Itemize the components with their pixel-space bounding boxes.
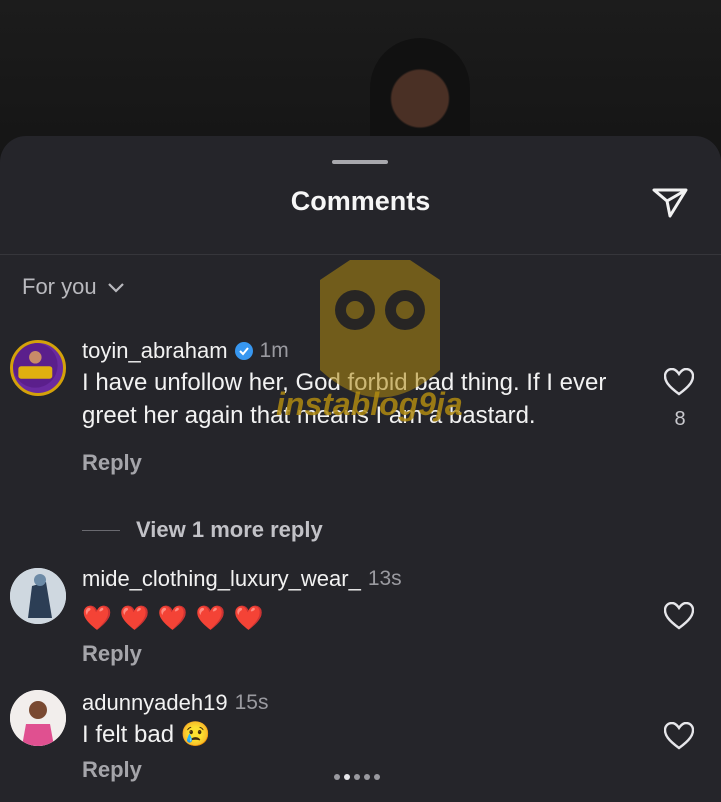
like-count: 8 [674,408,686,430]
comments-sheet: Comments For you toyin_abraham 1m I have… [0,136,721,802]
heart-icon[interactable] [664,368,694,396]
chevron-down-icon [107,283,124,293]
heart-icon[interactable] [664,602,694,630]
comment-time: 13s [367,567,402,590]
view-more-label: View 1 more reply [136,517,323,542]
sort-filter[interactable]: For you [22,274,125,300]
watermark-text: instablog9ja [276,386,463,422]
carousel-indicator [334,774,380,780]
page-dot [364,774,370,780]
filter-label: For you [22,274,97,299]
avatar[interactable] [10,340,66,396]
reply-button[interactable]: Reply [82,641,642,667]
drag-handle[interactable] [332,160,388,164]
avatar[interactable] [10,690,66,746]
send-icon[interactable] [650,184,690,220]
comment-time: 15s [234,691,269,714]
avatar[interactable] [10,568,66,624]
verified-badge-icon [234,342,253,360]
page-dot-active [344,774,350,780]
page-dot [354,774,360,780]
view-more-replies[interactable]: View 1 more reply [82,517,323,543]
reply-button[interactable]: Reply [82,450,642,476]
page-dot [334,774,340,780]
reply-thread-line [82,529,120,531]
comment-text: I felt bad 😢 [82,721,211,748]
comment-username[interactable]: toyin_abraham [82,338,228,364]
comment-username[interactable]: mide_clothing_luxury_wear_ [82,566,361,592]
sheet-title: Comments [290,186,431,216]
comment-text: ❤️❤️❤️❤️❤️ [82,605,272,632]
comment-username[interactable]: adunnyadeh19 [82,690,228,716]
heart-icon[interactable] [664,722,694,750]
page-dot [374,774,380,780]
video-person [370,38,470,148]
